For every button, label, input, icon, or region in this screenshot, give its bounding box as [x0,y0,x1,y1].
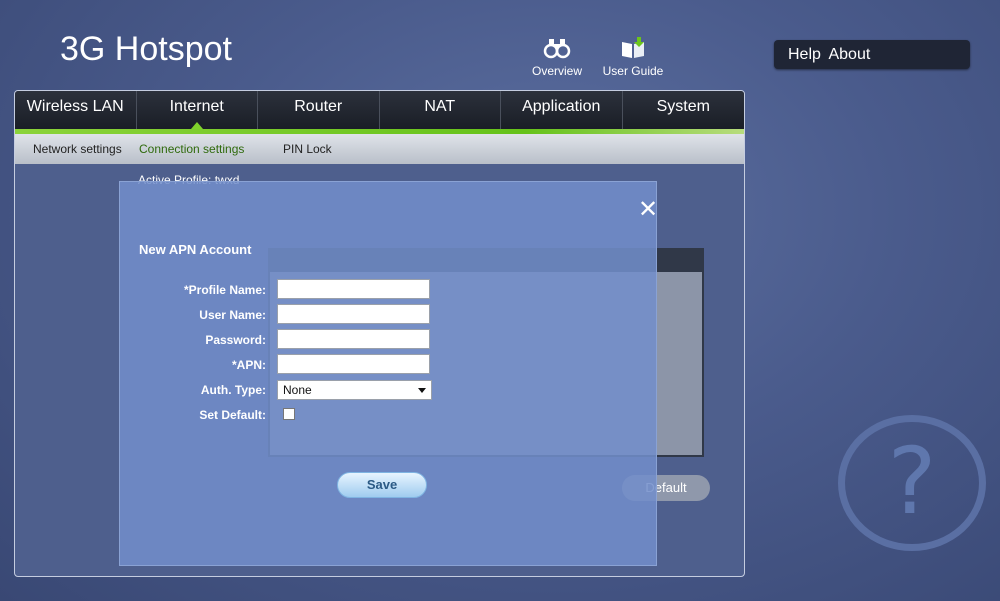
tab-router[interactable]: Router [258,91,380,129]
subnav-pin-lock[interactable]: PIN Lock [283,142,332,156]
close-icon[interactable]: ✕ [638,198,658,222]
subnav-connection-settings[interactable]: Connection settings [139,142,244,156]
auth-type-select[interactable]: None [277,380,432,400]
main-tabs: Wireless LAN Internet Router NAT Applica… [15,91,744,129]
new-apn-dialog: ✕ New APN Account *Profile Name: User Na… [119,181,658,566]
book-download-icon [622,37,644,58]
overview-label: Overview [531,64,582,78]
about-link[interactable]: About [828,46,870,63]
apn-label: *APN: [231,358,266,372]
set-default-label: Set Default: [199,408,266,422]
overview-link[interactable]: Overview [522,36,592,78]
app-title: 3G Hotspot [60,30,232,68]
user-name-label: User Name: [199,308,266,322]
help-link[interactable]: Help [788,46,821,63]
tab-system[interactable]: System [623,91,745,129]
profile-name-label: *Profile Name: [183,283,266,297]
chevron-down-icon [418,388,426,393]
tab-application[interactable]: Application [501,91,623,129]
password-label: Password: [205,333,266,347]
profile-name-input[interactable] [277,279,430,299]
binoculars-icon [543,39,571,59]
tab-internet[interactable]: Internet [137,91,258,129]
user-guide-label: User Guide [602,64,664,78]
user-guide-link[interactable]: User Guide [598,36,668,78]
help-question-icon[interactable]: ? [838,415,986,551]
password-input[interactable] [277,329,430,349]
auth-type-value: None [283,383,312,397]
tab-wireless-lan[interactable]: Wireless LAN [15,91,137,129]
apn-input[interactable] [277,354,430,374]
save-button[interactable]: Save [337,472,427,498]
sub-navigation: Network settings Connection settings PIN… [15,134,744,164]
user-name-input[interactable] [277,304,430,324]
dialog-title: New APN Account [139,242,252,257]
tab-nat[interactable]: NAT [380,91,501,129]
auth-type-label: Auth. Type: [200,383,266,397]
help-about-bar: Help About [774,40,970,69]
set-default-checkbox[interactable] [283,408,295,420]
subnav-network-settings[interactable]: Network settings [33,142,122,156]
